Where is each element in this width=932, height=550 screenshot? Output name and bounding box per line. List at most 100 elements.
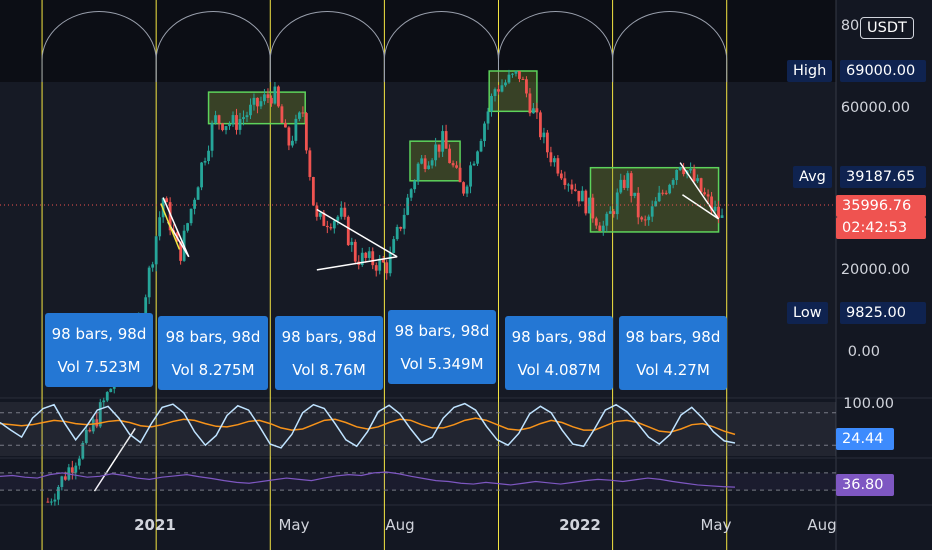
candle-body (158, 217, 162, 237)
candle-body (545, 132, 549, 153)
cycle-info-box: 98 bars, 98d Vol 8.76M (275, 316, 383, 390)
candle-body (350, 241, 354, 246)
range-box (207, 91, 306, 125)
candle-body (629, 173, 633, 196)
candle-body (231, 115, 235, 124)
candle-body (200, 162, 203, 188)
candle-body (249, 104, 252, 116)
cycle-vol-label: Vol 4.087M (517, 361, 601, 379)
candle-body (287, 127, 291, 146)
candle-body (619, 179, 623, 193)
y-tick-label: 60000.00 (840, 100, 910, 116)
candle-body (601, 225, 605, 231)
candle (46, 497, 50, 503)
candle-body (497, 89, 500, 92)
candle-body (224, 126, 228, 131)
candle-body (671, 180, 675, 185)
candle-body (392, 239, 396, 253)
candle-body (507, 74, 511, 83)
candle-body (46, 501, 50, 503)
cycle-vol-label: Vol 7.523M (57, 358, 141, 376)
candle (539, 110, 542, 140)
cycle-vol-label: Vol 5.349M (400, 355, 484, 373)
candle-body (416, 163, 420, 181)
candle-body (308, 150, 312, 177)
candle-body (102, 400, 106, 403)
candle-body (552, 158, 556, 163)
candle (49, 498, 53, 506)
candle-body (339, 207, 343, 217)
candle-body (217, 115, 221, 124)
candle (196, 186, 200, 200)
cycle-bars-label: 98 bars, 98d (165, 328, 261, 346)
candle-body (318, 212, 322, 217)
candle-body (486, 111, 490, 124)
candle-body (479, 141, 483, 152)
stoch-y-tick-label: 100.00 (843, 396, 894, 412)
candle-body (420, 158, 424, 164)
candle (189, 208, 193, 226)
candle-body (598, 225, 602, 231)
candle-body (490, 95, 493, 112)
candle-body (448, 148, 451, 164)
candle-body (221, 123, 224, 131)
candle-body (413, 180, 417, 190)
candle-body (636, 192, 640, 218)
candle-body (573, 189, 577, 191)
candle-body (532, 108, 535, 114)
candle-body (343, 207, 347, 217)
candle-body (315, 205, 319, 217)
candle-body (277, 86, 280, 107)
candle-body (189, 208, 193, 224)
candle-body (270, 97, 273, 104)
candle (353, 239, 357, 264)
candle-body (374, 265, 378, 271)
candle-body (395, 226, 399, 240)
candle-body (290, 140, 294, 146)
candle-body (228, 123, 231, 127)
top-band (0, 0, 836, 82)
candle (277, 85, 280, 108)
chart-canvas[interactable] (0, 0, 932, 550)
candle-body (577, 190, 581, 202)
candle-body (437, 144, 441, 152)
cycle-bars-label: 98 bars, 98d (511, 328, 607, 346)
candle-body (430, 160, 434, 166)
candle-body (462, 182, 465, 194)
candle (53, 493, 57, 506)
candle-body (385, 262, 389, 274)
candle (556, 155, 560, 177)
candle-body (301, 112, 305, 114)
candle-body (643, 219, 647, 221)
candle-body (580, 190, 584, 202)
countdown-label: 02:42:53 (836, 217, 926, 239)
candle-body (511, 73, 514, 75)
candle-body (325, 225, 329, 228)
candle-body (49, 501, 53, 503)
candle-body (196, 187, 200, 200)
candle-body (626, 173, 630, 188)
candle-body (238, 119, 242, 130)
high-value-label: 69000.00 (840, 60, 926, 82)
candle-body (612, 211, 616, 215)
candle-body (245, 115, 249, 118)
candle-body (647, 216, 651, 221)
candle-body (703, 192, 706, 195)
currency-button[interactable]: USDT (860, 17, 914, 39)
x-tick-label: 2021 (134, 516, 176, 534)
candle (591, 193, 595, 223)
candle-body (675, 169, 679, 181)
candle-body (535, 108, 539, 113)
candle-body (409, 189, 413, 198)
cycle-bars-label: 98 bars, 98d (281, 328, 377, 346)
candle-body (193, 199, 196, 209)
cycle-info-box: 98 bars, 98d Vol 5.349M (388, 310, 496, 384)
candle-body (699, 178, 703, 193)
candle-body (594, 218, 598, 226)
candle-body (563, 178, 567, 186)
candle (668, 183, 672, 195)
candle-body (105, 392, 109, 401)
candle-body (367, 251, 371, 258)
candle-body (615, 192, 619, 215)
high-title-label: High (787, 60, 833, 82)
